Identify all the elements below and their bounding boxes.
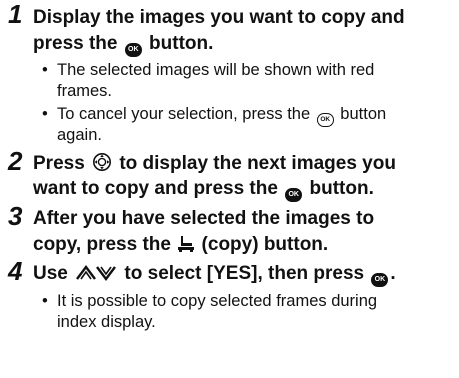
- text: .: [390, 263, 396, 284]
- ok-button-icon: OK: [124, 43, 142, 57]
- bullet-text: The selected images will be shown with r…: [57, 61, 375, 79]
- text: button.: [143, 33, 214, 54]
- bullet-text: again.: [57, 126, 102, 144]
- step-text-line: press the OK button.: [33, 33, 213, 57]
- text: to select [YES], then press: [119, 263, 370, 284]
- step-text-line: copy, press the (copy) button.: [33, 234, 328, 256]
- text: Use: [33, 263, 74, 284]
- bullet-text: It is possible to copy selected frames d…: [57, 292, 378, 310]
- text: to display the next images you: [114, 153, 396, 174]
- step-text-line: After you have selected the images to: [33, 208, 374, 230]
- copy-icon: [178, 236, 195, 252]
- bullet-dot: •: [42, 61, 48, 79]
- step-number: 1: [8, 0, 23, 29]
- step-number: 3: [8, 201, 23, 231]
- dpad-icon: [93, 153, 112, 171]
- text: To cancel your selection, press the: [57, 105, 315, 123]
- bullet-text: To cancel your selection, press the OK b…: [57, 104, 386, 127]
- text: Press: [33, 153, 91, 174]
- ok-button-icon: OK: [371, 273, 389, 287]
- text: want to copy and press the: [33, 178, 284, 199]
- bullet-text: index display.: [57, 313, 156, 331]
- bullet-dot: •: [42, 292, 48, 310]
- step-number: 4: [8, 256, 23, 286]
- step-text-line: Press to display the next images you: [33, 152, 396, 175]
- ok-button-icon: OK: [285, 188, 303, 202]
- up-down-arrows-icon: [76, 265, 117, 281]
- text: (copy) button.: [196, 234, 329, 255]
- text: copy, press the: [33, 234, 177, 255]
- text: After you have selected the images to: [33, 208, 375, 229]
- text: press the: [33, 33, 123, 54]
- step-text-line: Use to select [YES], then press OK.: [33, 263, 396, 287]
- step-text-line: Display the images you want to copy and: [33, 7, 405, 29]
- step-number: 2: [8, 146, 23, 176]
- bullet-dot: •: [42, 105, 48, 123]
- text: Display the images you want to copy and: [33, 7, 405, 28]
- ok-button-icon: OK: [316, 113, 334, 127]
- step-text-line: want to copy and press the OK button.: [33, 178, 374, 202]
- text: button.: [304, 178, 374, 199]
- text: button: [335, 105, 387, 123]
- bullet-text: frames.: [57, 82, 113, 100]
